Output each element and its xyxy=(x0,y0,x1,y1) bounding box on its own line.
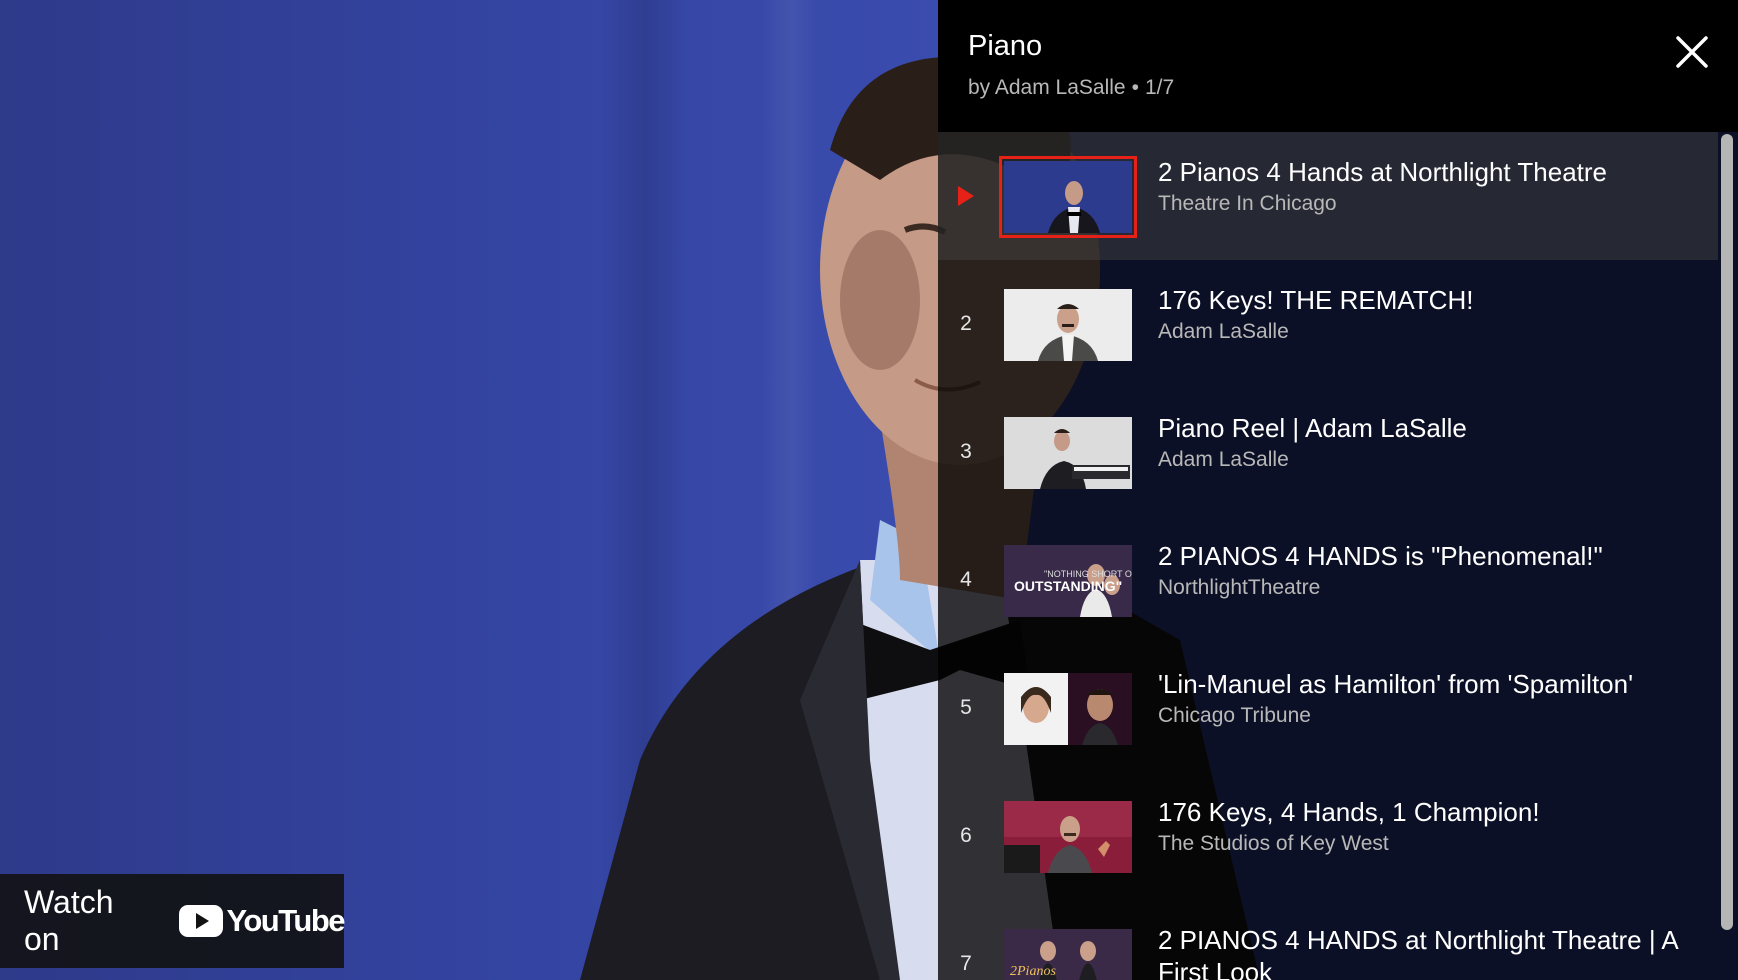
playlist-item[interactable]: 2 176 Keys! THE REMATCH! Adam LaSalle xyxy=(938,260,1718,388)
playlist-title[interactable]: Piano xyxy=(968,28,1738,64)
scrollbar-thumb[interactable] xyxy=(1721,134,1733,930)
playlist-item-meta: 176 Keys, 4 Hands, 1 Champion! The Studi… xyxy=(1158,796,1702,856)
thumbnail-image: 2Pianos xyxy=(1004,929,1132,980)
playlist-item-meta: Piano Reel | Adam LaSalle Adam LaSalle xyxy=(1158,412,1702,472)
separator-dot: • xyxy=(1131,76,1139,99)
play-indicator-icon xyxy=(958,186,974,206)
channel-name[interactable]: Adam LaSalle xyxy=(1158,448,1702,472)
video-title[interactable]: 2 PIANOS 4 HANDS is "Phenomenal!" xyxy=(1158,540,1702,572)
video-title[interactable]: 2 Pianos 4 Hands at Northlight Theatre xyxy=(1158,156,1702,188)
video-thumbnail[interactable] xyxy=(999,156,1137,238)
youtube-logo: YouTube xyxy=(178,903,346,939)
thumbnail-image xyxy=(1004,289,1132,361)
youtube-logo-icon xyxy=(178,905,223,937)
video-title[interactable]: 176 Keys, 4 Hands, 1 Champion! xyxy=(1158,796,1702,828)
playlist-item-meta: 2 PIANOS 4 HANDS at Northlight Theatre |… xyxy=(1158,924,1702,980)
playlist-owner[interactable]: by Adam LaSalle xyxy=(968,76,1126,99)
playlist-item-index: 4 xyxy=(960,568,972,591)
playlist-position: 1/7 xyxy=(1144,76,1175,99)
playlist-item-index: 2 xyxy=(960,312,972,335)
thumbnail-image: "NOTHING SHORT OF OUTSTANDING" xyxy=(1004,545,1132,617)
video-thumbnail[interactable]: "NOTHING SHORT OF OUTSTANDING" xyxy=(1004,545,1132,617)
playlist-item-index: 6 xyxy=(960,824,972,847)
thumbnail-image xyxy=(1004,417,1132,489)
channel-name[interactable]: NorthlightTheatre xyxy=(1158,576,1702,600)
thumbnail-caption-line-2: OUTSTANDING" xyxy=(1014,578,1122,594)
playlist-items: 2 Pianos 4 Hands at Northlight Theatre T… xyxy=(938,132,1718,980)
video-title[interactable]: 'Lin-Manuel as Hamilton' from 'Spamilton… xyxy=(1158,668,1702,700)
playlist-item-index: 3 xyxy=(960,440,972,463)
channel-name[interactable]: Adam LaSalle xyxy=(1158,320,1702,344)
video-title[interactable]: Piano Reel | Adam LaSalle xyxy=(1158,412,1702,444)
playlist-item-index xyxy=(938,132,994,260)
thumbnail-image xyxy=(1004,673,1132,745)
playlist-item-index: 5 xyxy=(960,696,972,719)
playlist-item-meta: 'Lin-Manuel as Hamilton' from 'Spamilton… xyxy=(1158,668,1702,728)
thumbnail-image xyxy=(1004,801,1132,873)
playlist-header: Piano by Adam LaSalle • 1/7 xyxy=(938,0,1738,132)
video-thumbnail[interactable] xyxy=(1004,801,1132,873)
playlist-item-meta: 176 Keys! THE REMATCH! Adam LaSalle xyxy=(1158,284,1702,344)
video-thumbnail[interactable] xyxy=(1004,289,1132,361)
playlist-subtitle: by Adam LaSalle • 1/7 xyxy=(968,76,1738,100)
playlist-scrollbar[interactable] xyxy=(1720,134,1734,930)
video-thumbnail[interactable]: 2Pianos xyxy=(1004,929,1132,980)
video-thumbnail[interactable] xyxy=(1004,673,1132,745)
watch-on-label: Watch on xyxy=(24,884,114,957)
playlist-panel: Piano by Adam LaSalle • 1/7 2 Pianos 4 H… xyxy=(938,0,1738,980)
thumbnail-image xyxy=(1004,161,1132,233)
watch-on-youtube-button[interactable]: Watch on YouTube xyxy=(0,874,346,968)
playlist-item[interactable]: 2 Pianos 4 Hands at Northlight Theatre T… xyxy=(938,132,1718,260)
playlist-item-meta: 2 PIANOS 4 HANDS is "Phenomenal!" Northl… xyxy=(1158,540,1702,600)
playlist-item[interactable]: 4 "NOTHING SHORT OF OUTSTANDING" 2 PIANO… xyxy=(938,516,1718,644)
playlist-item-meta: 2 Pianos 4 Hands at Northlight Theatre T… xyxy=(1158,156,1702,216)
channel-name[interactable]: Theatre In Chicago xyxy=(1158,192,1702,216)
channel-name[interactable]: The Studios of Key West xyxy=(1158,832,1702,856)
youtube-wordmark: YouTube xyxy=(226,903,346,938)
video-title[interactable]: 2 PIANOS 4 HANDS at Northlight Theatre |… xyxy=(1158,924,1702,980)
channel-name[interactable]: Chicago Tribune xyxy=(1158,704,1702,728)
playlist-item[interactable]: 5 'Lin-Manuel as Hamilton' from 'Spamilt… xyxy=(938,644,1718,772)
thumbnail-caption: 2Pianos xyxy=(1010,964,1056,979)
playlist-item[interactable]: 6 176 Keys, 4 Hands, 1 Champion! The Stu… xyxy=(938,772,1718,900)
playlist-item[interactable]: 7 2Pianos 2 PIANOS 4 HANDS at Northlight… xyxy=(938,900,1718,980)
playlist-item[interactable]: 3 Piano Reel | Adam LaSalle Adam LaSalle xyxy=(938,388,1718,516)
playlist-item-index: 7 xyxy=(960,952,972,975)
video-title[interactable]: 176 Keys! THE REMATCH! xyxy=(1158,284,1702,316)
close-icon[interactable] xyxy=(1672,32,1712,72)
video-thumbnail[interactable] xyxy=(1004,417,1132,489)
